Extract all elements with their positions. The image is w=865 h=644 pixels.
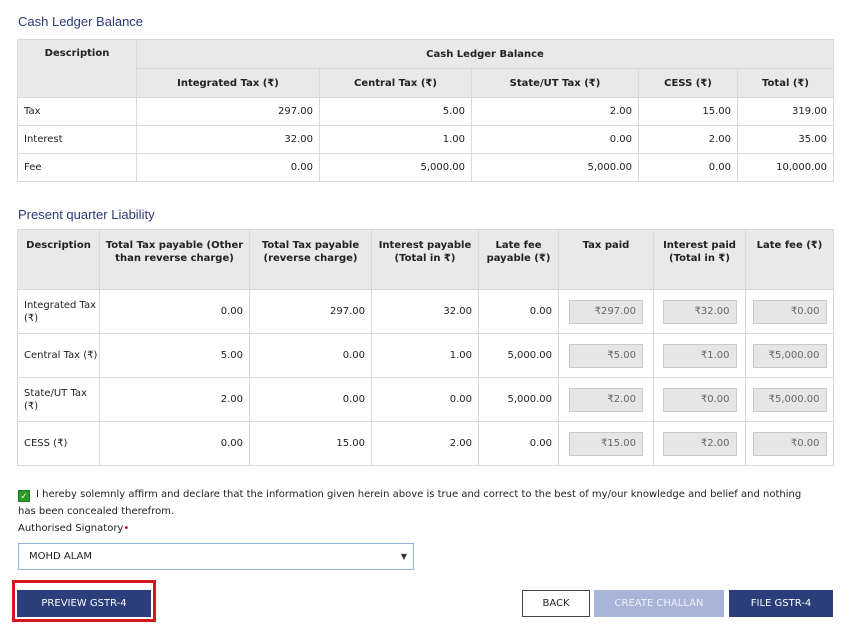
interest-paid-field: ₹32.00 [662, 299, 737, 324]
table-cell: 0.00 [371, 377, 479, 422]
liability-col-header: Late fee (₹) [745, 229, 834, 290]
table-cell: 0.00 [638, 153, 738, 182]
interest-paid-field: ₹1.00 [662, 343, 737, 368]
table-cell: 10,000.00 [736, 153, 835, 182]
table-cell: 297.00 [136, 97, 320, 126]
table-row: Interest 32.00 1.00 0.00 2.00 35.00 [17, 125, 835, 154]
declaration-checkbox[interactable]: ✓ [18, 490, 30, 502]
table-row: Integrated Tax (₹) 0.00 297.00 32.00 0.0… [17, 289, 834, 334]
signatory-selected-value: MOHD ALAM [29, 551, 93, 562]
table-cell: 5,000.00 [471, 153, 639, 182]
ledger-group-header: Cash Ledger Balance [135, 39, 835, 69]
table-row: Central Tax (₹) 5.00 0.00 1.00 5,000.00 … [17, 333, 834, 378]
table-cell: 2.00 [471, 97, 639, 126]
tax-paid-field: ₹2.00 [569, 387, 643, 412]
late-fee-field: ₹5,000.00 [752, 343, 827, 368]
table-cell: 5.00 [319, 97, 472, 126]
late-fee-field: ₹0.00 [752, 431, 827, 456]
declaration-text: I hereby solemnly affirm and declare tha… [18, 489, 802, 517]
row-label: CESS (₹) [17, 421, 100, 466]
table-row: Tax 297.00 5.00 2.00 15.00 319.00 [17, 97, 835, 126]
highlight-box [12, 580, 156, 622]
liability-col-header: Tax paid [558, 229, 654, 290]
ledger-col-header: Central Tax (₹) [319, 68, 472, 98]
table-row: State/UT Tax (₹) 2.00 0.00 0.00 5,000.00… [17, 377, 834, 422]
table-cell: 319.00 [736, 97, 835, 126]
cash-ledger-table: Description Cash Ledger Balance Integrat… [17, 39, 835, 182]
back-button[interactable]: BACK [522, 590, 590, 617]
table-cell: 297.00 [249, 289, 372, 334]
liability-col-header: Interest payable (Total in ₹) [371, 229, 479, 290]
ledger-col-header: Total (₹) [736, 68, 835, 98]
ledger-title: Cash Ledger Balance [18, 14, 144, 29]
table-cell: 2.00 [99, 377, 250, 422]
table-cell: 5.00 [99, 333, 250, 378]
file-gstr4-button[interactable]: FILE GSTR-4 [729, 590, 833, 617]
row-label: Interest [17, 125, 137, 154]
table-cell: 5,000.00 [478, 377, 559, 422]
table-cell: 0.00 [99, 421, 250, 466]
table-cell: 1.00 [319, 125, 472, 154]
chevron-down-icon: ▼ [400, 552, 407, 561]
liability-title: Present quarter Liability [18, 207, 155, 222]
row-label: Fee [17, 153, 137, 182]
row-label: Integrated Tax (₹) [17, 289, 100, 334]
row-label: Central Tax (₹) [17, 333, 100, 378]
table-cell: 1.00 [371, 333, 479, 378]
signatory-label-text: Authorised Signatory [18, 523, 124, 534]
table-cell: 35.00 [736, 125, 835, 154]
table-cell: 2.00 [638, 125, 738, 154]
table-cell: 32.00 [371, 289, 479, 334]
signatory-select[interactable]: MOHD ALAM ▼ [18, 543, 414, 570]
table-cell: 0.00 [249, 377, 372, 422]
liability-table: Description Total Tax payable (Other tha… [17, 229, 834, 466]
table-cell: 2.00 [371, 421, 479, 466]
table-cell: 0.00 [99, 289, 250, 334]
table-cell: 5,000.00 [319, 153, 472, 182]
table-row: Fee 0.00 5,000.00 5,000.00 0.00 10,000.0… [17, 153, 835, 182]
interest-paid-field: ₹2.00 [662, 431, 737, 456]
table-cell: 0.00 [249, 333, 372, 378]
ledger-desc-header: Description [17, 39, 137, 98]
table-cell: 15.00 [249, 421, 372, 466]
table-cell: 0.00 [478, 289, 559, 334]
table-cell: 15.00 [638, 97, 738, 126]
tax-paid-field: ₹297.00 [569, 299, 643, 324]
late-fee-field: ₹5,000.00 [752, 387, 827, 412]
interest-paid-field: ₹0.00 [662, 387, 737, 412]
declaration: ✓ I hereby solemnly affirm and declare th… [18, 486, 818, 520]
table-cell: 5,000.00 [478, 333, 559, 378]
table-cell: 32.00 [136, 125, 320, 154]
table-row: CESS (₹) 0.00 15.00 2.00 0.00 ₹15.00 ₹2.… [17, 421, 834, 466]
tax-paid-field: ₹5.00 [569, 343, 643, 368]
late-fee-field: ₹0.00 [752, 299, 827, 324]
row-label: Tax [17, 97, 137, 126]
create-challan-button[interactable]: CREATE CHALLAN [594, 590, 724, 617]
table-cell: 0.00 [478, 421, 559, 466]
required-mark: • [123, 523, 130, 534]
signatory-label: Authorised Signatory• [18, 523, 129, 534]
ledger-col-header: State/UT Tax (₹) [471, 68, 639, 98]
ledger-col-header: Integrated Tax (₹) [136, 68, 320, 98]
tax-paid-field: ₹15.00 [569, 431, 643, 456]
table-cell: 0.00 [136, 153, 320, 182]
liability-col-header: Total Tax payable (reverse charge) [249, 229, 372, 290]
row-label: State/UT Tax (₹) [17, 377, 100, 422]
ledger-col-header: CESS (₹) [638, 68, 738, 98]
liability-col-header: Late fee payable (₹) [478, 229, 559, 290]
liability-col-header: Description [17, 229, 100, 290]
liability-col-header: Interest paid (Total in ₹) [653, 229, 746, 290]
table-cell: 0.00 [471, 125, 639, 154]
liability-col-header: Total Tax payable (Other than reverse ch… [99, 229, 250, 290]
